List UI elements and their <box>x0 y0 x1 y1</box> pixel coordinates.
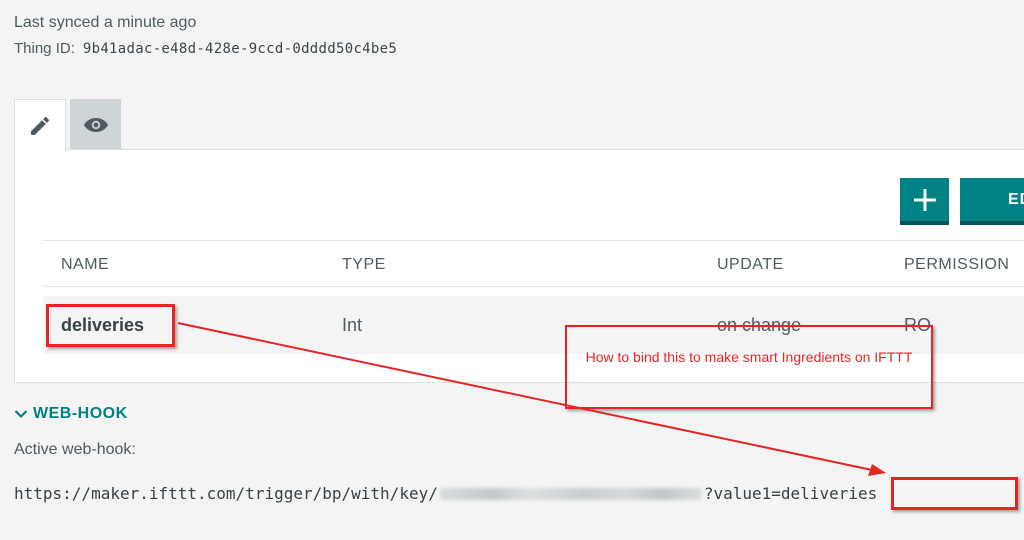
pencil-icon <box>31 116 50 135</box>
table-header: NAME TYPE UPDATE PERMISSION <box>43 240 1024 287</box>
webhook-url-suffix: ?value1= <box>703 484 781 503</box>
last-synced-text: Last synced a minute ago <box>14 14 197 31</box>
tab-edit[interactable] <box>14 99 66 151</box>
plus-icon <box>913 188 936 211</box>
column-header-name: NAME <box>61 256 110 273</box>
add-property-button[interactable] <box>900 178 949 225</box>
webhook-section-toggle[interactable]: WEB-HOOK <box>14 405 128 423</box>
cell-property-type: Int <box>342 315 363 335</box>
eye-icon <box>83 117 108 132</box>
thing-id-value: 9b41adac-e48d-428e-9ccd-0dddd50c4be5 <box>82 41 398 57</box>
webhook-active-label: Active web-hook: <box>14 441 136 458</box>
tab-view[interactable] <box>70 99 121 150</box>
column-header-type: TYPE <box>342 256 386 273</box>
annotation-note: How to bind this to make smart Ingredien… <box>565 325 933 409</box>
column-header-permission: PERMISSION <box>904 256 1010 273</box>
annotation-highlight-url-value <box>891 477 1018 510</box>
webhook-url-value: deliveries <box>780 484 878 503</box>
thing-id-label: Thing ID: <box>14 40 75 57</box>
edit-button[interactable]: EDIT <box>960 178 1024 225</box>
webhook-url-prefix: https://maker.ifttt.com/trigger/bp/with/… <box>14 484 438 503</box>
blurred-webhook-key <box>439 487 702 500</box>
column-header-update: UPDATE <box>717 256 784 273</box>
annotation-highlight-property-name <box>46 304 175 347</box>
webhook-url[interactable]: https://maker.ifttt.com/trigger/bp/with/… <box>14 484 877 503</box>
chevron-down-icon <box>14 410 28 419</box>
webhook-section-title: WEB-HOOK <box>33 405 128 422</box>
thing-id-row: Thing ID: 9b41adac-e48d-428e-9ccd-0dddd50… <box>14 40 397 57</box>
